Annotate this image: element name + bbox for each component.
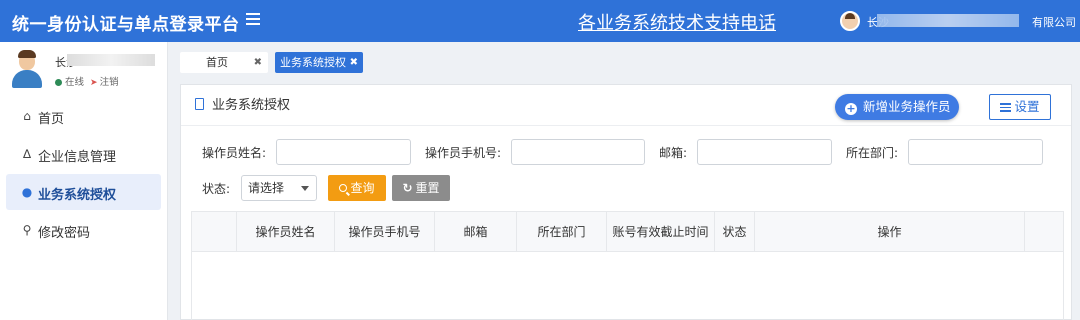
- divider: [181, 125, 1071, 126]
- column-header: 账号有效截止时间: [607, 212, 715, 252]
- column-spacer: [1025, 212, 1063, 252]
- column-header: 所在部门: [517, 212, 607, 252]
- sidebar-item-home[interactable]: ⌂ 首页: [6, 98, 161, 134]
- email-label: 邮箱:: [659, 146, 688, 160]
- online-status: 在线: [65, 77, 85, 88]
- refresh-icon: ↻: [402, 181, 413, 195]
- settings-label: 设置: [1014, 99, 1040, 114]
- bank-icon: ∆: [22, 147, 32, 161]
- tab-label: 业务系统授权: [280, 56, 346, 69]
- redacted-mask: [67, 54, 155, 66]
- plus-icon: +: [845, 102, 857, 115]
- main-panel: 业务系统授权 + 新增业务操作员 设置 操作员姓名: 操作员手机号: 邮箱: 所在…: [180, 84, 1072, 320]
- sidebar-item-label: 业务系统授权: [38, 188, 117, 203]
- column-header: 操作: [755, 212, 1025, 252]
- sidebar-item-enterprise[interactable]: ∆ 企业信息管理: [6, 136, 161, 172]
- support-phone-link[interactable]: 各业务系统技术支持电话: [578, 9, 776, 35]
- user-company-suffix: 有限公司: [1032, 16, 1076, 29]
- profile-status: 在线 ➤ 注销: [55, 74, 119, 88]
- query-label: 查询: [350, 181, 375, 195]
- column-header: 状态: [715, 212, 755, 252]
- panel-title-text: 业务系统授权: [212, 98, 291, 113]
- column-header: 操作员姓名: [237, 212, 335, 252]
- logout-icon[interactable]: ➤: [90, 78, 98, 88]
- reset-label: 重置: [415, 181, 440, 195]
- add-operator-label: 新增业务操作员: [863, 99, 951, 114]
- document-icon: [195, 98, 204, 110]
- sidebar: 长沙 在线 ➤ 注销 ⌂ 首页 ∆ 企业信息管理 ● 业务系统授权 ⚲ 修改密码: [0, 42, 168, 320]
- close-icon[interactable]: ✖: [254, 52, 262, 73]
- status-select[interactable]: 请选择: [241, 175, 317, 201]
- status-label: 状态:: [202, 182, 231, 196]
- panel-title: 业务系统授权: [195, 94, 290, 113]
- list-icon: [1000, 101, 1012, 114]
- email-input[interactable]: [697, 139, 832, 165]
- operator-phone-input[interactable]: [511, 139, 645, 165]
- tab-business-auth[interactable]: 业务系统授权 ✖: [275, 52, 363, 73]
- column-header: 操作员手机号: [335, 212, 435, 252]
- table-header: 操作员姓名 操作员手机号 邮箱 所在部门 账号有效截止时间 状态 操作: [192, 212, 1063, 252]
- settings-button[interactable]: 设置: [989, 94, 1051, 120]
- tab-label: 首页: [206, 56, 228, 69]
- close-icon[interactable]: ✖: [350, 52, 358, 73]
- caret-down-icon: [301, 186, 309, 191]
- sidebar-item-label: 首页: [38, 112, 65, 127]
- operator-phone-label: 操作员手机号:: [425, 146, 502, 160]
- sidebar-item-label: 企业信息管理: [38, 150, 117, 165]
- add-operator-button[interactable]: + 新增业务操作员: [835, 94, 959, 120]
- sidebar-item-label: 修改密码: [38, 226, 91, 241]
- department-label: 所在部门:: [846, 146, 899, 160]
- column-header: 邮箱: [435, 212, 517, 252]
- sidebar-item-business-auth[interactable]: ● 业务系统授权: [6, 174, 161, 210]
- user-avatar[interactable]: [840, 11, 860, 31]
- profile-avatar: [10, 50, 44, 88]
- logout-link[interactable]: 注销: [100, 77, 119, 88]
- top-header: 统一身份认证与单点登录平台 各业务系统技术支持电话 长沙有限公司: [0, 0, 1080, 42]
- operator-name-label: 操作员姓名:: [202, 146, 267, 160]
- search-icon: [339, 184, 348, 192]
- online-dot-icon: [55, 79, 62, 86]
- query-button[interactable]: 查询: [328, 175, 386, 201]
- operator-name-input[interactable]: [276, 139, 411, 165]
- department-input[interactable]: [908, 139, 1043, 165]
- sidebar-item-password[interactable]: ⚲ 修改密码: [6, 212, 161, 248]
- users-icon: ●: [21, 185, 33, 199]
- status-select-value: 请选择: [248, 181, 285, 195]
- home-icon: ⌂: [23, 109, 31, 123]
- key-icon: ⚲: [22, 223, 32, 237]
- operators-table: 操作员姓名 操作员手机号 邮箱 所在部门 账号有效截止时间 状态 操作: [191, 211, 1064, 320]
- tab-home[interactable]: 首页 ✖: [180, 52, 268, 73]
- reset-button[interactable]: ↻ 重置: [392, 175, 450, 201]
- select-column[interactable]: [192, 212, 237, 252]
- menu-toggle-icon[interactable]: [246, 13, 260, 27]
- app-title: 统一身份认证与单点登录平台: [12, 15, 240, 35]
- redacted-mask: [877, 14, 1019, 27]
